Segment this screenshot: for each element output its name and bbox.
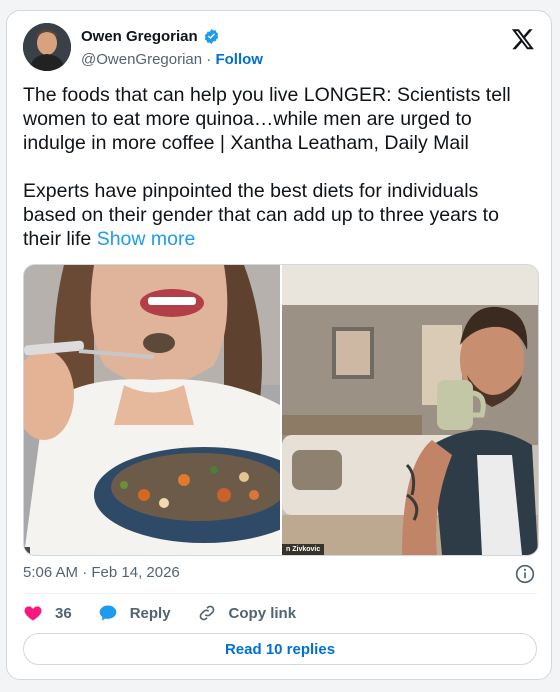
woman-eating-quinoa-image[interactable] xyxy=(24,265,280,555)
reply-label: Reply xyxy=(129,604,171,622)
follow-button[interactable]: Follow xyxy=(215,51,263,68)
reply-button[interactable]: Reply xyxy=(98,603,171,623)
verified-badge-icon xyxy=(204,29,218,44)
tweet-headline: The foods that can help you live LONGER:… xyxy=(23,84,511,154)
show-more-link[interactable]: Show more xyxy=(97,228,196,250)
timestamp[interactable]: 5:06 AM · Feb 14, 2026 xyxy=(23,564,180,581)
reply-bubble-icon xyxy=(99,605,117,621)
display-name[interactable]: Owen Gregorian xyxy=(81,28,198,45)
divider xyxy=(23,593,537,594)
left-image-credit xyxy=(24,547,30,555)
read-replies-button[interactable]: Read 10 replies xyxy=(23,633,537,665)
man-drinking-coffee-image[interactable]: n Zivkovic xyxy=(282,265,538,555)
copy-link-label: Copy link xyxy=(228,604,297,622)
link-icon xyxy=(199,605,214,621)
heart-icon xyxy=(24,606,42,621)
tweet-body: Experts have pinpointed the best diets f… xyxy=(23,180,499,250)
copy-link-button[interactable]: Copy link xyxy=(197,603,297,623)
right-image-credit: n Zivkovic xyxy=(282,544,325,555)
info-icon[interactable] xyxy=(515,564,535,584)
like-button[interactable]: 36 xyxy=(23,603,72,623)
tweet-text: The foods that can help you live LONGER:… xyxy=(23,83,533,251)
x-logo-icon[interactable] xyxy=(511,27,535,51)
media-grid[interactable]: n Zivkovic xyxy=(23,264,539,556)
handle-separator: · xyxy=(202,51,216,68)
handle-row: @OwenGregorian · Follow xyxy=(81,51,263,68)
author-handle[interactable]: @OwenGregorian xyxy=(81,51,202,68)
author-name-row: Owen Gregorian xyxy=(81,28,220,45)
avatar[interactable] xyxy=(23,23,71,71)
tweet-card: Owen Gregorian @OwenGregorian · Follow T… xyxy=(6,10,552,680)
action-bar: 36 Reply Copy link xyxy=(23,603,322,623)
like-count: 36 xyxy=(55,604,72,622)
